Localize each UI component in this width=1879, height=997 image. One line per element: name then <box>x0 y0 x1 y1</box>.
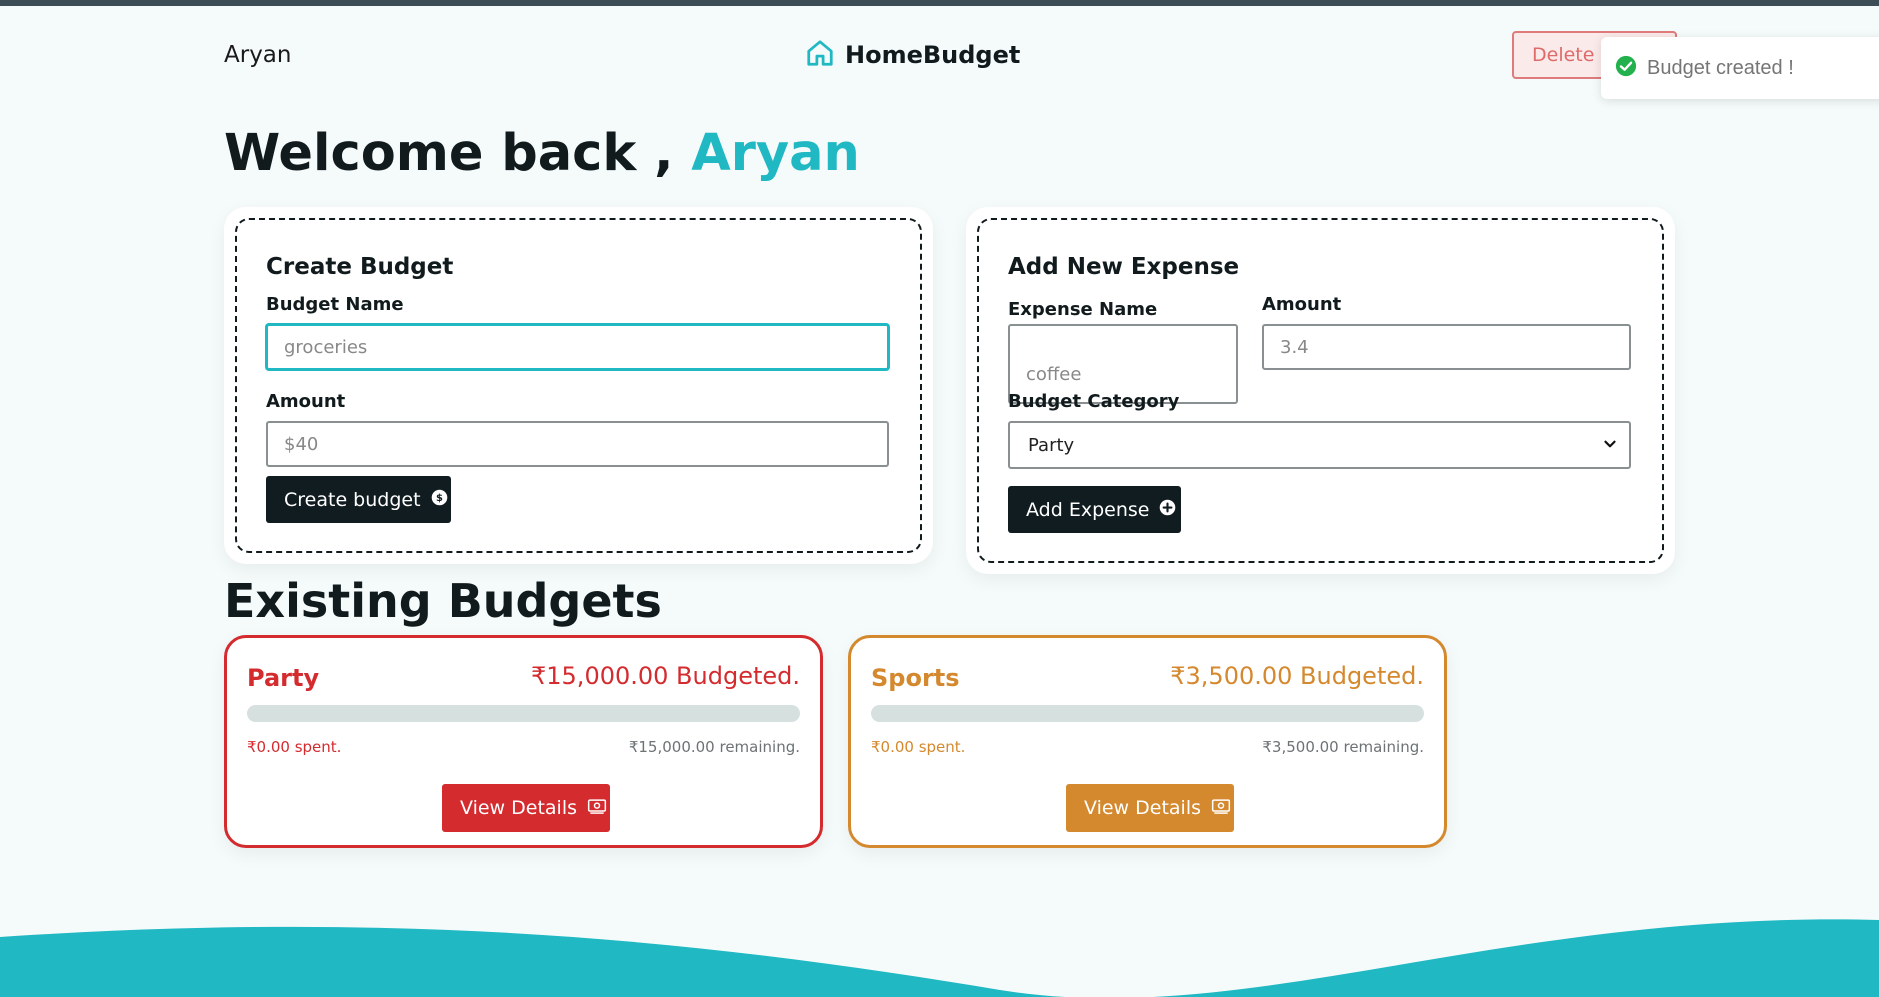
budget-progress <box>247 705 800 722</box>
budget-spent: ₹0.00 spent. <box>871 738 966 756</box>
budget-remaining: ₹15,000.00 remaining. <box>628 738 800 756</box>
view-details-label: View Details <box>1084 797 1201 819</box>
welcome-heading: Welcome back , Aryan <box>224 124 860 183</box>
budget-name-input[interactable] <box>266 324 889 370</box>
budget-amount: ₹3,500.00 Budgeted. <box>1170 662 1424 690</box>
budget-name: Party <box>247 664 320 692</box>
existing-budgets-title: Existing Budgets <box>224 574 662 628</box>
nav-user-name: Aryan <box>224 42 292 68</box>
dollar-circle-icon: $ <box>431 489 448 511</box>
create-budget-title: Create Budget <box>266 254 454 280</box>
budget-name: Sports <box>871 664 960 692</box>
budget-category-label: Budget Category <box>1008 391 1180 412</box>
brand-link[interactable]: HomeBudget <box>805 38 1020 72</box>
expense-amount-input[interactable] <box>1262 324 1631 370</box>
budget-card-sports: Sports ₹3,500.00 Budgeted. ₹0.00 spent. … <box>848 635 1447 848</box>
add-expense-form: Add New Expense Expense Name Amount Budg… <box>977 218 1664 563</box>
svg-text:$: $ <box>436 493 443 504</box>
budget-amount-input[interactable] <box>266 421 889 467</box>
chevron-down-icon <box>1601 435 1619 458</box>
add-expense-card: Add New Expense Expense Name Amount Budg… <box>966 207 1675 574</box>
brand-name: HomeBudget <box>845 41 1021 69</box>
footer-wave <box>0 919 1879 997</box>
expense-name-label: Expense Name <box>1008 299 1158 320</box>
expense-amount-label: Amount <box>1262 294 1342 315</box>
toast-message: Budget created ! <box>1647 56 1794 79</box>
welcome-name: Aryan <box>691 124 860 183</box>
view-details-button[interactable]: View Details <box>1066 784 1234 832</box>
view-details-button[interactable]: View Details <box>442 784 610 832</box>
cash-icon <box>1211 797 1231 820</box>
welcome-prefix: Welcome back , <box>224 124 674 183</box>
view-details-label: View Details <box>460 797 577 819</box>
navbar: Aryan HomeBudget Delete User <box>0 0 1879 112</box>
budget-category-value: Party <box>1028 434 1075 456</box>
create-budget-button[interactable]: Create budget $ <box>266 476 451 523</box>
add-expense-title: Add New Expense <box>1008 254 1240 280</box>
budget-category-select[interactable]: Party <box>1008 421 1631 469</box>
add-expense-button[interactable]: Add Expense <box>1008 486 1181 533</box>
check-circle-icon <box>1615 55 1637 81</box>
budget-progress <box>871 705 1424 722</box>
create-budget-button-label: Create budget <box>284 488 421 511</box>
budget-name-label: Budget Name <box>266 294 404 315</box>
cash-icon <box>587 797 607 820</box>
home-icon <box>805 38 835 72</box>
toast-notification[interactable]: Budget created ! <box>1601 37 1879 99</box>
add-expense-button-label: Add Expense <box>1026 498 1150 521</box>
budget-amount: ₹15,000.00 Budgeted. <box>531 662 800 690</box>
budget-card-party: Party ₹15,000.00 Budgeted. ₹0.00 spent. … <box>224 635 823 848</box>
budget-spent: ₹0.00 spent. <box>247 738 342 756</box>
budget-remaining: ₹3,500.00 remaining. <box>1262 738 1424 756</box>
budget-amount-label: Amount <box>266 391 346 412</box>
create-budget-form: Create Budget Budget Name Amount Create … <box>235 218 922 553</box>
plus-circle-icon <box>1159 499 1176 521</box>
create-budget-card: Create Budget Budget Name Amount Create … <box>224 207 933 564</box>
